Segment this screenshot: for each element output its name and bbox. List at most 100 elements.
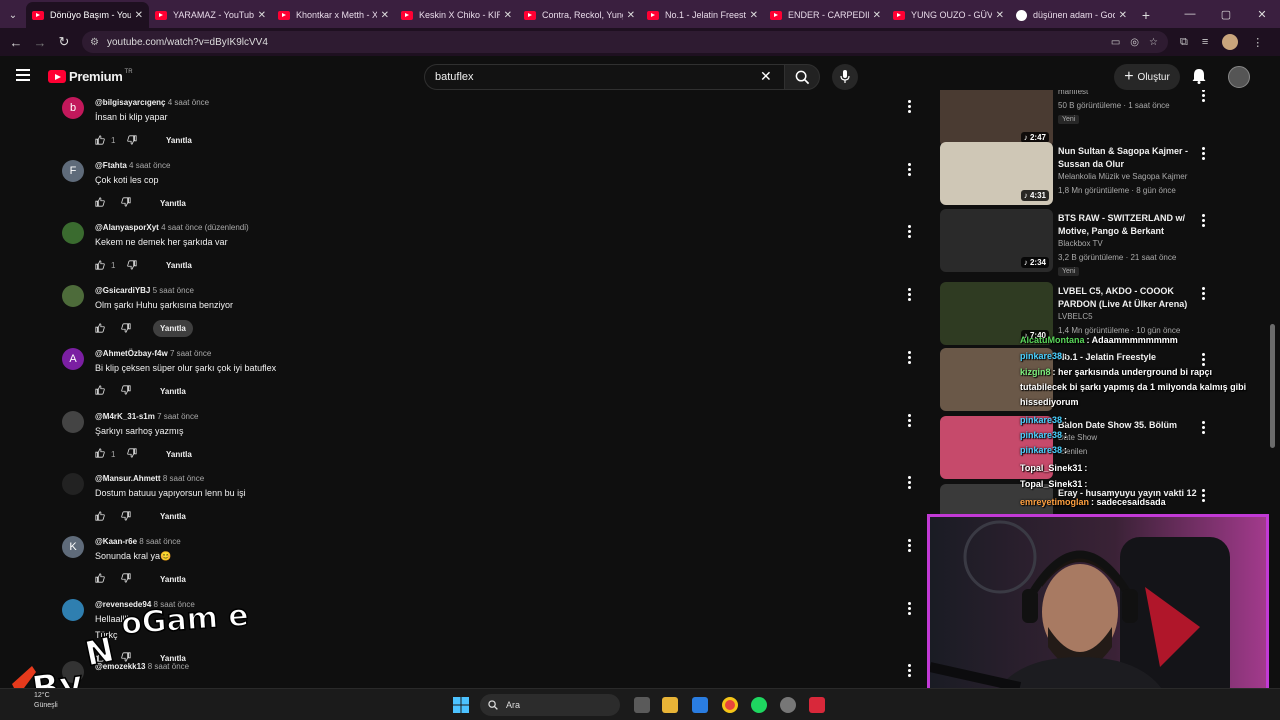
browser-tab[interactable]: YUNG OUZO - GÜVE ✕	[887, 2, 1010, 28]
windows-start-icon[interactable]	[453, 697, 469, 713]
comment-time[interactable]: 8 saat önce	[139, 537, 180, 546]
dislike-icon[interactable]	[121, 573, 133, 585]
taskbar-search[interactable]: Ara	[480, 694, 620, 716]
commenter-avatar[interactable]: F	[62, 159, 84, 182]
new-tab-button[interactable]: +	[1133, 2, 1159, 28]
video-more-icon[interactable]	[1202, 214, 1206, 229]
video-thumbnail[interactable]: ♪ 4:31	[940, 142, 1053, 205]
close-tab-icon[interactable]: ✕	[258, 10, 266, 21]
page-scrollbar[interactable]	[1270, 96, 1276, 688]
commenter-avatar[interactable]	[62, 285, 84, 308]
related-video[interactable]: ♪ 4:31 Nun Sultan & Sagopa Kajmer - Suss…	[940, 142, 1260, 206]
video-title[interactable]: Balon Date Show 35. Bölüm	[1058, 419, 1198, 432]
like-icon[interactable]	[95, 511, 107, 523]
video-channel[interactable]: Blackbox TV	[1058, 239, 1103, 248]
video-channel[interactable]: manifest	[1058, 90, 1088, 96]
comment-time[interactable]: 4 saat önce (düzenlendi)	[161, 223, 249, 232]
chrome-icon[interactable]	[722, 697, 738, 713]
reply-button[interactable]: Yanıtla	[159, 446, 199, 463]
minimize-icon[interactable]: —	[1172, 8, 1208, 20]
dislike-icon[interactable]	[127, 448, 139, 460]
video-channel[interactable]: Melankolia Müzik ve Sagopa Kajmer	[1058, 172, 1187, 181]
reply-button[interactable]: Yanıtla	[153, 195, 193, 212]
reload-button[interactable]: ↻	[52, 34, 76, 50]
tab-search-menu-icon[interactable]: ⌄	[0, 2, 26, 28]
maximize-icon[interactable]: ▢	[1208, 8, 1244, 21]
comment-more-icon[interactable]	[908, 100, 912, 113]
spotify-icon[interactable]	[751, 697, 767, 713]
like-icon[interactable]	[95, 573, 107, 585]
video-thumbnail[interactable]: ♪ 2:34	[940, 209, 1053, 272]
close-tab-icon[interactable]: ✕	[1119, 10, 1127, 21]
reply-button[interactable]: Yanıtla	[153, 508, 193, 525]
video-channel[interactable]: LVBELC5	[1058, 312, 1093, 321]
close-tab-icon[interactable]: ✕	[873, 10, 881, 21]
commenter-avatar[interactable]	[62, 222, 84, 245]
back-button[interactable]: ←	[4, 35, 28, 50]
reply-button[interactable]: Yanıtla	[153, 383, 193, 400]
media-controls-icon[interactable]: ≡	[1202, 36, 1208, 48]
close-tab-icon[interactable]: ✕	[996, 10, 1004, 21]
comment-more-icon[interactable]	[908, 162, 912, 176]
comment-more-icon[interactable]	[908, 538, 912, 552]
url-bar[interactable]: ⚙ youtube.com/watch?v=dByIK9lcVV4 ▭ ◎ ☆	[82, 31, 1168, 53]
eye-off-icon[interactable]: ◎	[1130, 37, 1139, 48]
valorant-icon[interactable]	[809, 697, 825, 713]
browser-tab[interactable]: YARAMAZ - YouTube ✕	[149, 2, 272, 28]
video-more-icon[interactable]	[1202, 90, 1206, 104]
dislike-icon[interactable]	[127, 260, 139, 272]
browser-tab[interactable]: ENDER - CARPEDIEM ✕	[764, 2, 887, 28]
browser-tab[interactable]: No.1 - Jelatin Freesty ✕	[641, 2, 764, 28]
site-info-icon[interactable]: ⚙	[90, 37, 99, 48]
bookmark-star-icon[interactable]: ☆	[1149, 37, 1158, 48]
reply-button[interactable]: Yanıtla	[159, 132, 199, 149]
like-icon[interactable]	[95, 323, 107, 335]
notifications-bell-icon[interactable]	[1192, 68, 1206, 84]
video-more-icon[interactable]	[1202, 421, 1206, 436]
comment-time[interactable]: 4 saat önce	[129, 161, 170, 170]
extensions-icon[interactable]: ⧉	[1180, 36, 1188, 49]
comment-more-icon[interactable]	[908, 288, 912, 302]
video-title[interactable]: LVBEL C5, AKDO - COOOK PARDON (Live At Ü…	[1058, 285, 1198, 311]
like-icon[interactable]	[95, 197, 107, 209]
video-title[interactable]: No.1 - Jelatin Freestyle	[1058, 351, 1198, 364]
related-video[interactable]: ♪ 2:34 BTS RAW - SWITZERLAND w/ Motive, …	[940, 209, 1260, 276]
comment-username[interactable]: @AhmetÖzbay-f4w	[95, 349, 168, 358]
like-icon[interactable]	[95, 134, 107, 147]
clear-search-icon[interactable]: ✕	[760, 68, 772, 85]
cast-icon[interactable]: ▭	[1111, 37, 1120, 48]
task-view-icon[interactable]	[634, 697, 650, 713]
close-tab-icon[interactable]: ✕	[135, 10, 143, 21]
commenter-avatar[interactable]	[62, 473, 84, 496]
dislike-icon[interactable]	[121, 385, 133, 397]
file-explorer-icon[interactable]	[662, 697, 678, 713]
voice-search-button[interactable]	[832, 64, 858, 90]
comment-username[interactable]: @Ftahta	[95, 161, 127, 170]
commenter-avatar[interactable]: K	[62, 535, 84, 558]
close-tab-icon[interactable]: ✕	[627, 10, 635, 21]
video-title[interactable]: Nun Sultan & Sagopa Kajmer - Sussan da O…	[1058, 145, 1198, 171]
account-avatar[interactable]	[1228, 66, 1250, 88]
related-video[interactable]: No.1 - Jelatin Freestyle	[940, 348, 1260, 412]
browser-tab[interactable]: Keskin X Chiko - KIR ✕	[395, 2, 518, 28]
comment-time[interactable]: 7 saat önce	[170, 349, 211, 358]
dislike-icon[interactable]	[121, 323, 133, 335]
scrollbar-thumb[interactable]	[1270, 324, 1275, 448]
like-icon[interactable]	[95, 260, 107, 272]
create-button[interactable]: + Oluştur	[1114, 64, 1180, 90]
reply-button[interactable]: Yanıtla	[159, 257, 199, 274]
dislike-icon[interactable]	[121, 197, 133, 209]
reply-button[interactable]: Yanıtla	[153, 571, 193, 588]
comment-username[interactable]: @Mansur.Ahmett	[95, 474, 161, 483]
youtube-logo[interactable]: Premium TR	[48, 69, 133, 84]
comment-time[interactable]: 7 saat önce	[157, 412, 198, 421]
dislike-icon[interactable]	[121, 511, 133, 523]
browser-tab[interactable]: Contra, Reckol, Yung ✕	[518, 2, 641, 28]
dislike-icon[interactable]	[127, 134, 139, 147]
comment-more-icon[interactable]	[908, 225, 912, 239]
related-video[interactable]: Balon Date Show 35. Bölüm Date Show İzleni…	[940, 416, 1260, 480]
steam-icon[interactable]	[780, 697, 796, 713]
comment-username[interactable]: @Kaan-r6e	[95, 537, 137, 546]
comment-time[interactable]: 4 saat önce	[168, 98, 209, 107]
comment-more-icon[interactable]	[908, 350, 912, 364]
